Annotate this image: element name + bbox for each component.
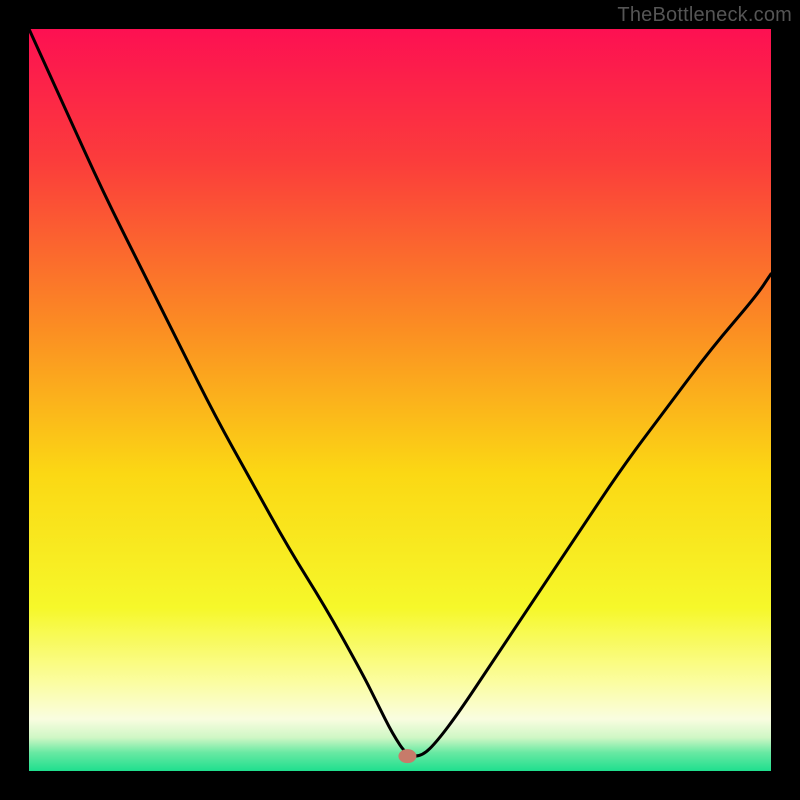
gradient-background — [29, 29, 771, 771]
watermark-text: TheBottleneck.com — [617, 4, 792, 27]
chart-area — [29, 29, 771, 771]
chart-svg — [29, 29, 771, 771]
marker-dot — [398, 749, 416, 763]
